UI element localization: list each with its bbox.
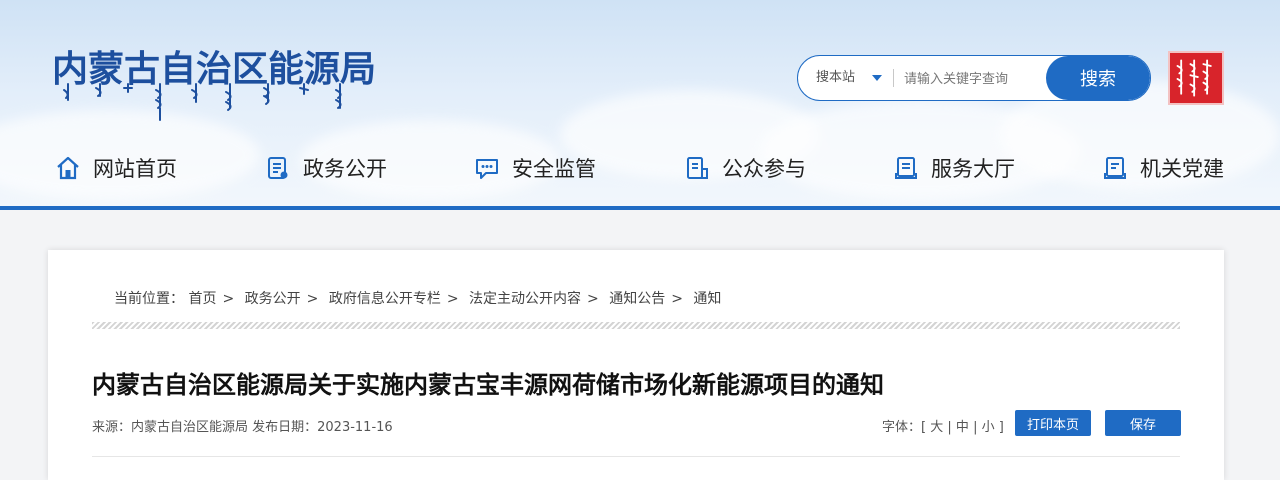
font-size-label: 字体：	[882, 420, 922, 435]
font-size-control: 字体：[ 大 | 中 | 小 ]	[882, 416, 1004, 435]
nav-item-public-participation[interactable]: 公众参与	[684, 140, 806, 196]
clipboard-icon	[687, 157, 708, 179]
party-book-icon	[1104, 157, 1126, 179]
font-bracket-close: ]	[998, 420, 1004, 435]
font-size-small[interactable]: 小	[982, 420, 995, 435]
document-list-icon	[268, 157, 288, 179]
font-size-medium[interactable]: 中	[956, 420, 969, 435]
nav-item-home[interactable]: 网站首页	[55, 140, 177, 196]
breadcrumb-separator: >	[587, 291, 599, 307]
main-nav: 网站首页 政务公开 安全监管 公众参与 服务大厅 机关党建	[0, 140, 1280, 196]
nav-item-safety-supervision[interactable]: 安全监管	[474, 140, 596, 196]
breadcrumb-separator: >	[222, 291, 235, 307]
font-size-separator: |	[947, 420, 952, 435]
article-source-date: 来源：内蒙古自治区能源局 发布日期：2023-11-16	[92, 420, 393, 435]
nav-label: 服务大厅	[931, 157, 1015, 181]
search-divider	[893, 69, 894, 87]
breadcrumb-item-statutory-disclosure[interactable]: 法定主动公开内容	[469, 291, 581, 307]
mongolian-script-logo	[63, 83, 342, 121]
nav-label: 安全监管	[512, 157, 596, 181]
breadcrumb-item-notice[interactable]: 通知	[693, 291, 721, 307]
site-header: 内蒙古自治区能源局 搜本站 搜索	[0, 0, 1280, 208]
font-size-separator: |	[973, 420, 978, 435]
breadcrumb: 当前位置： 首页 > 政务公开 > 政府信息公开专栏 > 法定主动公开内容 > 通知公告…	[114, 288, 721, 308]
meta-divider	[92, 456, 1180, 457]
font-bracket-open: [	[921, 420, 927, 435]
search-button[interactable]: 搜索	[1046, 56, 1150, 100]
breadcrumb-prefix: 当前位置：	[114, 291, 184, 307]
home-icon	[57, 156, 79, 180]
nav-label: 网站首页	[93, 157, 177, 181]
hatched-divider	[92, 322, 1180, 329]
search-input[interactable]	[902, 62, 1046, 96]
article-card: 当前位置： 首页 > 政务公开 > 政府信息公开专栏 > 法定主动公开内容 > 通知公告…	[48, 250, 1224, 480]
nav-item-party-building[interactable]: 机关党建	[1102, 140, 1224, 196]
breadcrumb-separator: >	[446, 291, 459, 307]
breadcrumb-item-home[interactable]: 首页	[188, 291, 216, 307]
font-size-large[interactable]: 大	[930, 420, 943, 435]
breadcrumb-item-announcements[interactable]: 通知公告	[609, 291, 665, 307]
save-button[interactable]: 保存	[1105, 410, 1181, 436]
nav-label: 机关党建	[1140, 157, 1224, 181]
nav-label: 政务公开	[303, 157, 387, 181]
breadcrumb-item-info-disclosure[interactable]: 政府信息公开专栏	[329, 291, 441, 307]
message-icon	[476, 159, 498, 179]
nav-item-government-affairs[interactable]: 政务公开	[265, 140, 387, 196]
nav-label: 公众参与	[722, 157, 806, 181]
breadcrumb-separator: >	[671, 291, 683, 307]
search-box: 搜本站 搜索	[797, 55, 1151, 101]
search-scope-select[interactable]: 搜本站	[816, 56, 855, 100]
header-bottom-bar	[0, 206, 1280, 210]
nav-item-service-hall[interactable]: 服务大厅	[893, 140, 1015, 196]
breadcrumb-item-government-affairs[interactable]: 政务公开	[245, 291, 301, 307]
article-title: 内蒙古自治区能源局关于实施内蒙古宝丰源网荷储市场化新能源项目的通知	[92, 371, 884, 399]
breadcrumb-separator: >	[306, 291, 319, 307]
chevron-down-icon[interactable]	[872, 75, 882, 81]
mongolian-seal-icon[interactable]	[1168, 51, 1224, 105]
service-book-icon	[895, 157, 917, 179]
print-button[interactable]: 打印本页	[1015, 410, 1091, 436]
